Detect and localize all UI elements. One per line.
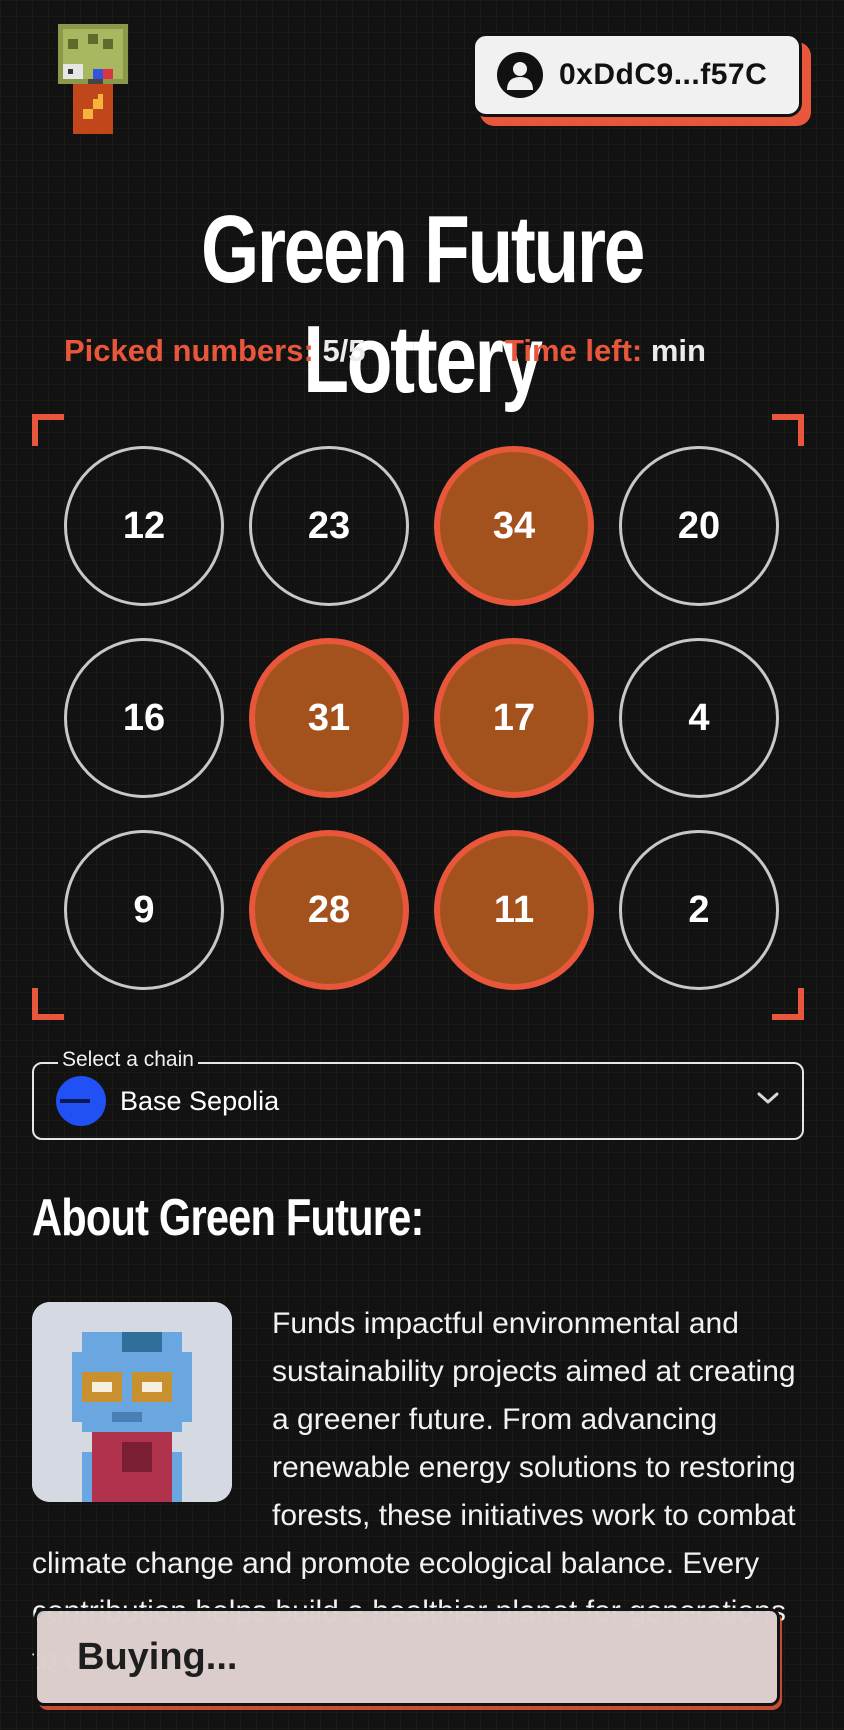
wallet-button[interactable]: 0xDdC9...f57C (472, 33, 802, 117)
number-picker: 12 23 34 20 16 31 17 4 9 28 11 2 (32, 414, 804, 1020)
number-ball[interactable]: 16 (64, 638, 224, 798)
number-ball[interactable]: 28 (249, 830, 409, 990)
buying-button[interactable]: Buying... (34, 1608, 780, 1706)
number-ball[interactable]: 4 (619, 638, 779, 798)
number-ball[interactable]: 12 (64, 446, 224, 606)
corner-bracket (32, 414, 64, 446)
chevron-down-icon (756, 1090, 780, 1111)
number-ball[interactable]: 23 (249, 446, 409, 606)
corner-bracket (32, 988, 64, 1020)
logo-icon[interactable] (58, 24, 128, 134)
base-chain-icon (56, 1076, 106, 1126)
about-heading: About Green Future: (32, 1189, 424, 1247)
number-ball[interactable]: 20 (619, 446, 779, 606)
picked-numbers-stat: Picked numbers: 5/5 (64, 333, 366, 369)
user-avatar-icon (497, 52, 543, 98)
picked-numbers-label: Picked numbers: (64, 333, 314, 368)
number-ball[interactable]: 34 (434, 446, 594, 606)
chain-select-label: Select a chain (58, 1048, 198, 1072)
number-ball[interactable]: 9 (64, 830, 224, 990)
number-grid: 12 23 34 20 16 31 17 4 9 28 11 2 (64, 446, 779, 990)
corner-bracket (772, 414, 804, 446)
chain-select-value: Base Sepolia (120, 1085, 280, 1116)
time-left-label: Time left: (505, 333, 643, 368)
chain-select[interactable]: Select a chain Base Sepolia (32, 1048, 804, 1140)
wallet-address: 0xDdC9...f57C (559, 58, 768, 91)
page-title: Green Future Lottery (200, 196, 645, 413)
time-left-stat: Time left: min (505, 333, 706, 369)
buying-label: Buying... (77, 1635, 238, 1678)
time-left-value: min (650, 333, 706, 368)
number-ball[interactable]: 17 (434, 638, 594, 798)
number-ball[interactable]: 31 (249, 638, 409, 798)
number-ball[interactable]: 11 (434, 830, 594, 990)
picked-numbers-value: 5/5 (322, 333, 366, 368)
number-ball[interactable]: 2 (619, 830, 779, 990)
corner-bracket (772, 988, 804, 1020)
pixel-character-avatar-icon (32, 1302, 232, 1502)
